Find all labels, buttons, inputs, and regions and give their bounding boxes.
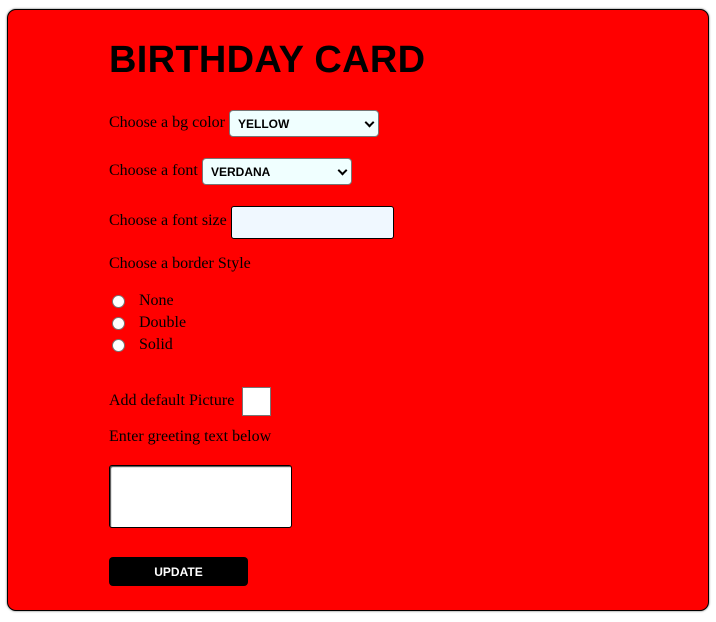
- chevron-down-icon: [337, 165, 348, 176]
- border-none-radio[interactable]: [112, 294, 125, 308]
- border-option-solid[interactable]: Solid: [112, 336, 173, 354]
- greeting-label: Enter greeting text below: [109, 428, 272, 445]
- page-title: BIRTHDAY CARD: [109, 39, 426, 81]
- border-option-none[interactable]: None: [112, 292, 174, 310]
- border-double-label: Double: [139, 314, 187, 331]
- chevron-down-icon: [364, 117, 375, 128]
- update-button[interactable]: UPDATE: [109, 557, 248, 586]
- font-size-label: Choose a font size: [109, 212, 227, 229]
- font-selected-value: VERDANA: [211, 164, 271, 179]
- border-double-radio[interactable]: [112, 316, 125, 330]
- bg-color-select[interactable]: YELLOW: [229, 110, 379, 137]
- default-picture-label: Add default Picture: [109, 392, 235, 409]
- border-style-label: Choose a border Style: [109, 255, 251, 272]
- bg-color-selected-value: YELLOW: [238, 116, 290, 131]
- font-label: Choose a font: [109, 162, 198, 179]
- bg-color-label: Choose a bg color: [109, 114, 225, 131]
- birthday-card-panel: BIRTHDAY CARD Choose a bg color YELLOW C…: [7, 9, 709, 611]
- font-size-input[interactable]: [231, 206, 394, 239]
- greeting-textarea[interactable]: [109, 465, 292, 528]
- default-picture-checkbox[interactable]: [242, 387, 271, 416]
- border-solid-radio[interactable]: [112, 338, 125, 352]
- border-none-label: None: [139, 292, 174, 309]
- border-solid-label: Solid: [139, 336, 173, 353]
- font-select[interactable]: VERDANA: [202, 158, 352, 185]
- border-option-double[interactable]: Double: [112, 314, 186, 332]
